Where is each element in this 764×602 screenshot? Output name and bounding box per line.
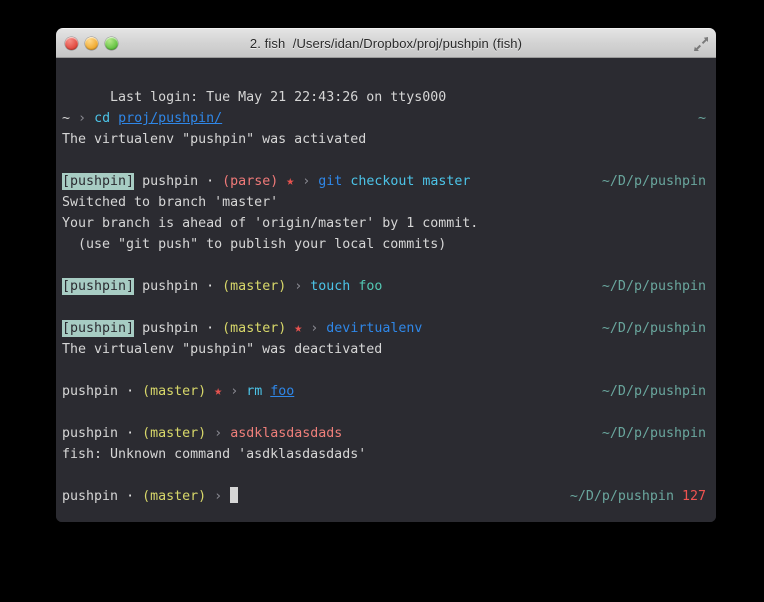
right-prompt: ~ [698,108,706,129]
venv-badge: [pushpin] [62,173,135,190]
right-prompt-path: ~/D/p/pushpin [601,321,706,336]
prompt-line: pushpin · (master) › ~/D/p/pushpin 127 [62,486,706,507]
prompt-arrow-icon: › [78,111,87,126]
zoom-button[interactable] [105,37,118,50]
exit-status: 127 [681,489,706,504]
output-text: The virtualenv "pushpin" was activated [62,132,367,147]
command-text: touch [310,279,351,294]
output-text: (use "git push" to publish your local co… [62,237,447,252]
right-prompt: ~/D/p/pushpin [602,171,706,192]
prompt-host: pushpin [62,426,119,441]
terminal-lines: ~ › cd proj/pushpin/ ~ The virtualenv "pus… [62,108,706,507]
fullscreen-button[interactable] [693,36,709,52]
git-branch: (parse) [222,174,279,189]
prompt-arrow-icon: › [230,384,239,399]
prompt-arrow-icon: › [214,489,223,504]
prompt-host: pushpin [62,384,119,399]
minimize-button[interactable] [85,37,98,50]
venv-badge: [pushpin] [62,278,135,295]
output-text: fish: Unknown command 'asdklasdasdads' [62,447,367,462]
close-button[interactable] [65,37,78,50]
prompt-line: pushpin · (master) › asdklasdasdads ~/D/p… [62,423,706,444]
output-text: Switched to branch 'master' [62,195,279,210]
window-title: 2. fish /Users/idan/Dropbox/proj/pushpin… [249,35,523,51]
prompt-line: [pushpin] pushpin · (master) › touch foo… [62,276,706,297]
git-branch: (master) [142,426,207,441]
command-args: checkout master [350,174,471,189]
prompt-line: [pushpin] pushpin · (parse) ★ › git chec… [62,171,706,192]
window-titlebar[interactable]: 2. fish /Users/idan/Dropbox/proj/pushpin… [56,28,716,58]
prompt-host: pushpin [142,279,199,294]
terminal-output[interactable]: Last login: Tue May 21 22:43:26 on ttys0… [56,58,716,522]
command-text: cd [94,111,111,126]
output-line: The virtualenv "pushpin" was deactivated [62,339,706,360]
output-line: The virtualenv "pushpin" was activated [62,129,706,150]
prompt-separator: · [126,384,135,399]
window-controls[interactable] [65,37,118,50]
git-branch: (master) [222,279,287,294]
prompt-separator: · [206,321,215,336]
git-branch: (master) [222,321,287,336]
right-prompt-path: ~/D/p/pushpin [601,174,706,189]
prompt-host: pushpin [62,489,119,504]
prompt-host: ~ [62,111,71,126]
right-prompt: ~/D/p/pushpin [602,381,706,402]
right-prompt: ~/D/p/pushpin 127 [570,486,706,507]
output-line: fish: Unknown command 'asdklasdasdads' [62,444,706,465]
right-prompt-path: ~/D/p/pushpin [601,426,706,441]
output-line: (use "git push" to publish your local co… [62,234,706,255]
right-prompt-path: ~/D/p/pushpin [601,384,706,399]
prompt-separator: · [126,426,135,441]
command-text: rm [246,384,263,399]
right-prompt: ~/D/p/pushpin [602,423,706,444]
right-prompt-path: ~/D/p/pushpin [569,489,674,504]
prompt-host: pushpin [142,174,199,189]
prompt-separator: · [126,489,135,504]
right-prompt: ~/D/p/pushpin [602,276,706,297]
prompt-line: [pushpin] pushpin · (master) ★ › devirtu… [62,318,706,339]
git-branch: (master) [142,384,207,399]
dirty-star-icon: ★ [214,384,223,399]
command-args: foo [358,279,383,294]
prompt-line: pushpin · (master) ★ › rm foo ~/D/p/pushp… [62,381,706,402]
text-cursor [230,487,239,503]
command-args: foo [270,384,295,399]
output-text: Your branch is ahead of 'origin/master' … [62,216,479,231]
login-line: Last login: Tue May 21 22:43:26 on ttys0… [62,66,706,105]
prompt-host: pushpin [142,321,199,336]
command-text: devirtualenv [326,321,423,336]
venv-badge: [pushpin] [62,320,135,337]
terminal-window[interactable]: 2. fish /Users/idan/Dropbox/proj/pushpin… [56,28,716,522]
right-prompt: ~/D/p/pushpin [602,318,706,339]
prompt-separator: · [206,174,215,189]
command-text: git [318,174,343,189]
command-text: asdklasdasdads [230,426,343,441]
command-args: proj/pushpin/ [118,111,223,126]
output-line: Your branch is ahead of 'origin/master' … [62,213,706,234]
right-prompt-path: ~/D/p/pushpin [601,279,706,294]
prompt-arrow-icon: › [214,426,223,441]
prompt-separator: · [206,279,215,294]
output-line: Switched to branch 'master' [62,192,706,213]
output-text: The virtualenv "pushpin" was deactivated [62,342,383,357]
right-prompt-path: ~ [697,111,706,126]
prompt-line: ~ › cd proj/pushpin/ ~ [62,108,706,129]
git-branch: (master) [142,489,207,504]
